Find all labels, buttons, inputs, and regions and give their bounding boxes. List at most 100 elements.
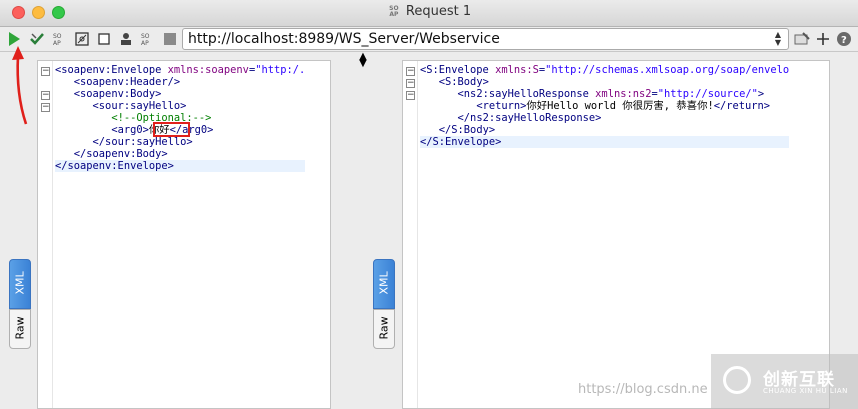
code-line: <S:Body> bbox=[420, 76, 789, 88]
fold-toggle[interactable]: − bbox=[406, 91, 415, 100]
code-line: <soapenv:Body> bbox=[55, 88, 305, 100]
wsa-button[interactable]: SO AP bbox=[139, 30, 157, 48]
auth-icon bbox=[121, 33, 131, 45]
code-token: </return> bbox=[713, 100, 771, 112]
fold-toggle[interactable]: − bbox=[41, 91, 50, 100]
code-token: </soapenv:Body> bbox=[73, 148, 168, 160]
code-token: <sour:sayHello> bbox=[92, 100, 187, 112]
code-line: </S:Body> bbox=[420, 124, 789, 136]
soap-icon: SO AP bbox=[389, 4, 399, 18]
response-xml: <S:Envelope xmlns:S="http://schemas.xmls… bbox=[420, 64, 790, 148]
chevron-up-down-icon[interactable]: ▲ ▼ bbox=[772, 31, 784, 47]
code-token: xmlns:S bbox=[488, 64, 539, 76]
request-editor[interactable]: − − − <soapenv:Envelope xmlns:soapenv="h… bbox=[37, 60, 331, 409]
code-token: "http://schemas.xmlsoap.org/soap/envelo bbox=[545, 64, 790, 76]
fold-toggle[interactable]: − bbox=[41, 67, 50, 76]
code-line: </S:Envelope> bbox=[420, 136, 790, 148]
tab-response-raw[interactable]: Raw bbox=[373, 309, 395, 349]
code-line: <return>你好Hello world 你很厉害, 恭喜你!</return… bbox=[420, 100, 789, 112]
window-title: Request 1 bbox=[405, 4, 472, 19]
help-icon: ? bbox=[837, 32, 851, 46]
tab-request-raw[interactable]: Raw bbox=[9, 309, 31, 349]
create-request-button[interactable]: SO AP bbox=[51, 30, 69, 48]
code-token: > bbox=[757, 88, 765, 100]
fold-toggle[interactable]: − bbox=[41, 103, 50, 112]
window-title-wrap: SO AP Request 1 bbox=[0, 4, 858, 19]
wsa-icon: SOAP bbox=[141, 33, 150, 46]
tab-request-raw-label: Raw bbox=[13, 316, 27, 340]
add-endpoint-icon bbox=[817, 33, 829, 45]
clear-icon bbox=[794, 32, 810, 45]
code-token: </S:Body> bbox=[438, 124, 496, 136]
options-icon bbox=[164, 33, 176, 45]
help-button[interactable]: ? bbox=[835, 30, 853, 48]
tab-request-xml[interactable]: XML bbox=[9, 259, 31, 309]
code-token: "http:/. bbox=[255, 64, 306, 76]
annotation-arrow-icon bbox=[12, 46, 28, 125]
code-line: <S:Envelope xmlns:S="http://schemas.xmls… bbox=[420, 64, 789, 76]
endpoint-url-text: http://localhost:8989/WS_Server/Webservi… bbox=[188, 31, 500, 47]
auth-button[interactable] bbox=[117, 30, 135, 48]
watermark-brand-en: CHUANG XIN HU LIAN bbox=[763, 387, 848, 395]
fold-toggle[interactable]: − bbox=[406, 67, 415, 76]
format-icon bbox=[75, 32, 89, 46]
format-button[interactable] bbox=[73, 30, 91, 48]
brand-logo-icon bbox=[723, 366, 751, 394]
watermark-url: https://blog.csdn.ne bbox=[578, 382, 708, 397]
code-line: <ns2:sayHelloResponse xmlns:ns2="http://… bbox=[420, 88, 789, 100]
watermark-logo: 创新互联 CHUANG XIN HU LIAN bbox=[711, 354, 858, 409]
code-token: </S:Envelope> bbox=[420, 136, 502, 148]
code-line: </ns2:sayHelloResponse> bbox=[420, 112, 789, 124]
code-token: <soapenv:Envelope bbox=[55, 64, 162, 76]
code-token: <arg0> bbox=[111, 124, 149, 136]
code-token: </sour:sayHello> bbox=[92, 136, 193, 148]
create-request-icon: SOAP bbox=[53, 33, 62, 46]
tab-response-xml[interactable]: XML bbox=[373, 259, 395, 309]
tab-response-xml-label: XML bbox=[377, 271, 391, 295]
options-button[interactable] bbox=[161, 30, 179, 48]
code-token: xmlns:ns2 bbox=[588, 88, 652, 100]
stop-icon bbox=[98, 33, 110, 45]
svg-text:SO: SO bbox=[53, 33, 62, 40]
code-line: </soapenv:Body> bbox=[55, 148, 305, 160]
code-line: <sour:sayHello> bbox=[55, 100, 305, 112]
code-token: <soapenv:Body> bbox=[73, 88, 162, 100]
code-token: 你好Hello world 你很厉害, 恭喜你! bbox=[526, 100, 714, 112]
code-line: </sour:sayHello> bbox=[55, 136, 305, 148]
request-xml: <soapenv:Envelope xmlns:soapenv="http:/.… bbox=[55, 64, 306, 172]
code-token: </ns2:sayHelloResponse> bbox=[457, 112, 602, 124]
svg-text:AP: AP bbox=[141, 40, 149, 46]
request-toolbar: SO AP SO AP http://localhost:8989/WS_Serve… bbox=[0, 27, 858, 52]
title-bar: SO AP Request 1 bbox=[0, 0, 858, 27]
code-line: <soapenv:Header/> bbox=[55, 76, 305, 88]
code-token: "http://source/" bbox=[657, 88, 758, 100]
clear-button[interactable] bbox=[793, 30, 811, 48]
svg-text:AP: AP bbox=[53, 40, 61, 46]
code-token: <S:Body> bbox=[438, 76, 489, 88]
pane-splitter-handle[interactable]: ▲ ▼ bbox=[357, 52, 369, 71]
code-line: <soapenv:Envelope xmlns:soapenv="http:/. bbox=[55, 64, 305, 76]
stop-button[interactable] bbox=[95, 30, 113, 48]
code-token: <return> bbox=[476, 100, 527, 112]
code-token: <ns2:sayHelloResponse bbox=[457, 88, 589, 100]
add-endpoint-button[interactable] bbox=[814, 30, 832, 48]
code-line: </soapenv:Envelope> bbox=[55, 160, 306, 172]
request-gutter: − − − bbox=[38, 61, 53, 408]
fold-toggle[interactable]: − bbox=[406, 79, 415, 88]
response-gutter: − − − bbox=[403, 61, 418, 408]
svg-text:?: ? bbox=[841, 35, 847, 46]
endpoint-url-field[interactable]: http://localhost:8989/WS_Server/Webservi… bbox=[182, 28, 789, 50]
annotation-highlight-box bbox=[153, 122, 190, 137]
svg-text:SO: SO bbox=[141, 33, 150, 40]
